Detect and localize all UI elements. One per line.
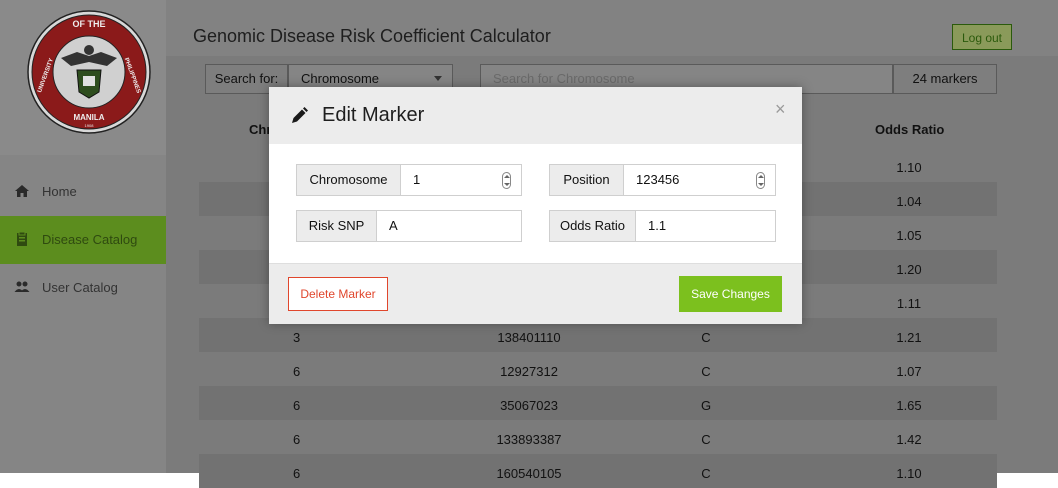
cell-position: 35067023 xyxy=(500,398,558,413)
column-header-odds-ratio: Odds Ratio xyxy=(875,122,945,137)
sidebar-item-disease-catalog[interactable]: Disease Catalog xyxy=(0,216,166,264)
odds-ratio-value: 1.1 xyxy=(648,218,667,233)
cell-risk-snp: C xyxy=(701,364,711,379)
modal-footer: Delete Marker Save Changes xyxy=(269,263,802,324)
cell-odds-ratio: 1.07 xyxy=(896,364,922,379)
search-placeholder: Search for Chromosome xyxy=(493,71,635,86)
table-row[interactable]: 6 12927312 C 1.07 xyxy=(199,352,997,386)
pencil-icon xyxy=(292,107,308,123)
marker-count-badge: 24 markers xyxy=(893,64,997,94)
risk-snp-input[interactable]: A xyxy=(377,210,522,242)
sidebar-item-label: User Catalog xyxy=(42,280,118,295)
eagle-head-icon xyxy=(84,45,94,55)
sidebar: OF THE UNIVERSITY PHILIPPINES MANILA 190… xyxy=(0,0,166,473)
cell-odds-ratio: 1.11 xyxy=(896,296,922,311)
cell-position: 160540105 xyxy=(496,466,562,481)
chromosome-value: 1 xyxy=(413,172,421,187)
cell-chromosome: 3 xyxy=(293,330,301,345)
modal-body: Chromosome 1 Position 123456 Risk SNP A … xyxy=(269,144,802,263)
cell-odds-ratio: 1.65 xyxy=(896,398,922,413)
cell-chromosome: 6 xyxy=(293,432,301,447)
odds-ratio-field-group: Odds Ratio 1.1 xyxy=(549,210,776,242)
logo-area: OF THE UNIVERSITY PHILIPPINES MANILA 190… xyxy=(0,0,166,155)
cell-position: 138401110 xyxy=(497,330,561,345)
table-row[interactable]: 6 35067023 G 1.65 xyxy=(199,386,997,420)
modal-header: Edit Marker × xyxy=(269,87,802,145)
table-row[interactable]: 6 160540105 C 1.10 xyxy=(199,454,997,488)
cell-chromosome: 6 xyxy=(293,466,301,481)
logout-button[interactable]: Log out xyxy=(952,24,1012,50)
position-field-group: Position 123456 xyxy=(549,164,776,196)
cell-risk-snp: G xyxy=(700,398,712,413)
risk-snp-label: Risk SNP xyxy=(296,210,377,242)
cell-chromosome: 6 xyxy=(293,364,301,379)
search-field-selected: Chromosome xyxy=(301,71,380,86)
chevron-down-icon xyxy=(434,76,442,81)
chromosome-input[interactable]: 1 xyxy=(401,164,522,196)
cell-risk-snp: C xyxy=(701,432,711,447)
save-changes-button[interactable]: Save Changes xyxy=(679,276,782,312)
delete-marker-button[interactable]: Delete Marker xyxy=(288,277,388,311)
cell-risk-snp: C xyxy=(701,330,711,345)
risk-snp-field-group: Risk SNP A xyxy=(296,210,522,242)
cell-odds-ratio: 1.10 xyxy=(896,466,922,481)
chromosome-field-group: Chromosome 1 xyxy=(296,164,522,196)
position-label: Position xyxy=(549,164,624,196)
sidebar-item-user-catalog[interactable]: User Catalog xyxy=(0,264,166,312)
cell-chromosome: 6 xyxy=(293,398,301,413)
risk-snp-value: A xyxy=(389,218,398,233)
sidebar-item-label: Home xyxy=(42,184,77,199)
cell-odds-ratio: 1.20 xyxy=(896,262,922,277)
cell-odds-ratio: 1.10 xyxy=(896,160,922,175)
cell-position: 12927312 xyxy=(500,364,558,379)
top-bar: Genomic Disease Risk Coefficient Calcula… xyxy=(166,0,1058,56)
cell-odds-ratio: 1.05 xyxy=(896,228,922,243)
page-title: Genomic Disease Risk Coefficient Calcula… xyxy=(193,26,551,46)
number-spinner-icon[interactable] xyxy=(756,172,765,189)
sidebar-item-home[interactable]: Home xyxy=(0,168,166,216)
shield-emblem-icon xyxy=(83,76,95,86)
logo-year: 1908 xyxy=(85,123,95,128)
university-seal-logo: OF THE UNIVERSITY PHILIPPINES MANILA 190… xyxy=(27,10,151,134)
clipboard-icon xyxy=(17,231,27,246)
sidebar-item-label: Disease Catalog xyxy=(42,232,138,247)
users-icon xyxy=(14,281,30,292)
odds-ratio-input[interactable]: 1.1 xyxy=(636,210,776,242)
number-spinner-icon[interactable] xyxy=(502,172,511,189)
table-row[interactable]: 6 133893387 C 1.42 xyxy=(199,420,997,454)
cell-position: 133893387 xyxy=(496,432,562,447)
cell-odds-ratio: 1.04 xyxy=(896,194,922,209)
position-input[interactable]: 123456 xyxy=(624,164,776,196)
cell-odds-ratio: 1.42 xyxy=(896,432,922,447)
odds-ratio-label: Odds Ratio xyxy=(549,210,636,242)
position-value: 123456 xyxy=(636,172,680,187)
modal-title: Edit Marker xyxy=(322,104,425,126)
cell-risk-snp: C xyxy=(701,466,711,481)
logo-text-top: OF THE xyxy=(73,19,106,29)
chromosome-label: Chromosome xyxy=(296,164,401,196)
home-icon xyxy=(15,185,29,197)
close-icon[interactable]: × xyxy=(775,100,786,118)
logo-text-bottom: MANILA xyxy=(73,113,104,122)
edit-marker-modal: Edit Marker × Chromosome 1 Position 1234… xyxy=(269,87,802,324)
cell-odds-ratio: 1.21 xyxy=(896,330,922,345)
